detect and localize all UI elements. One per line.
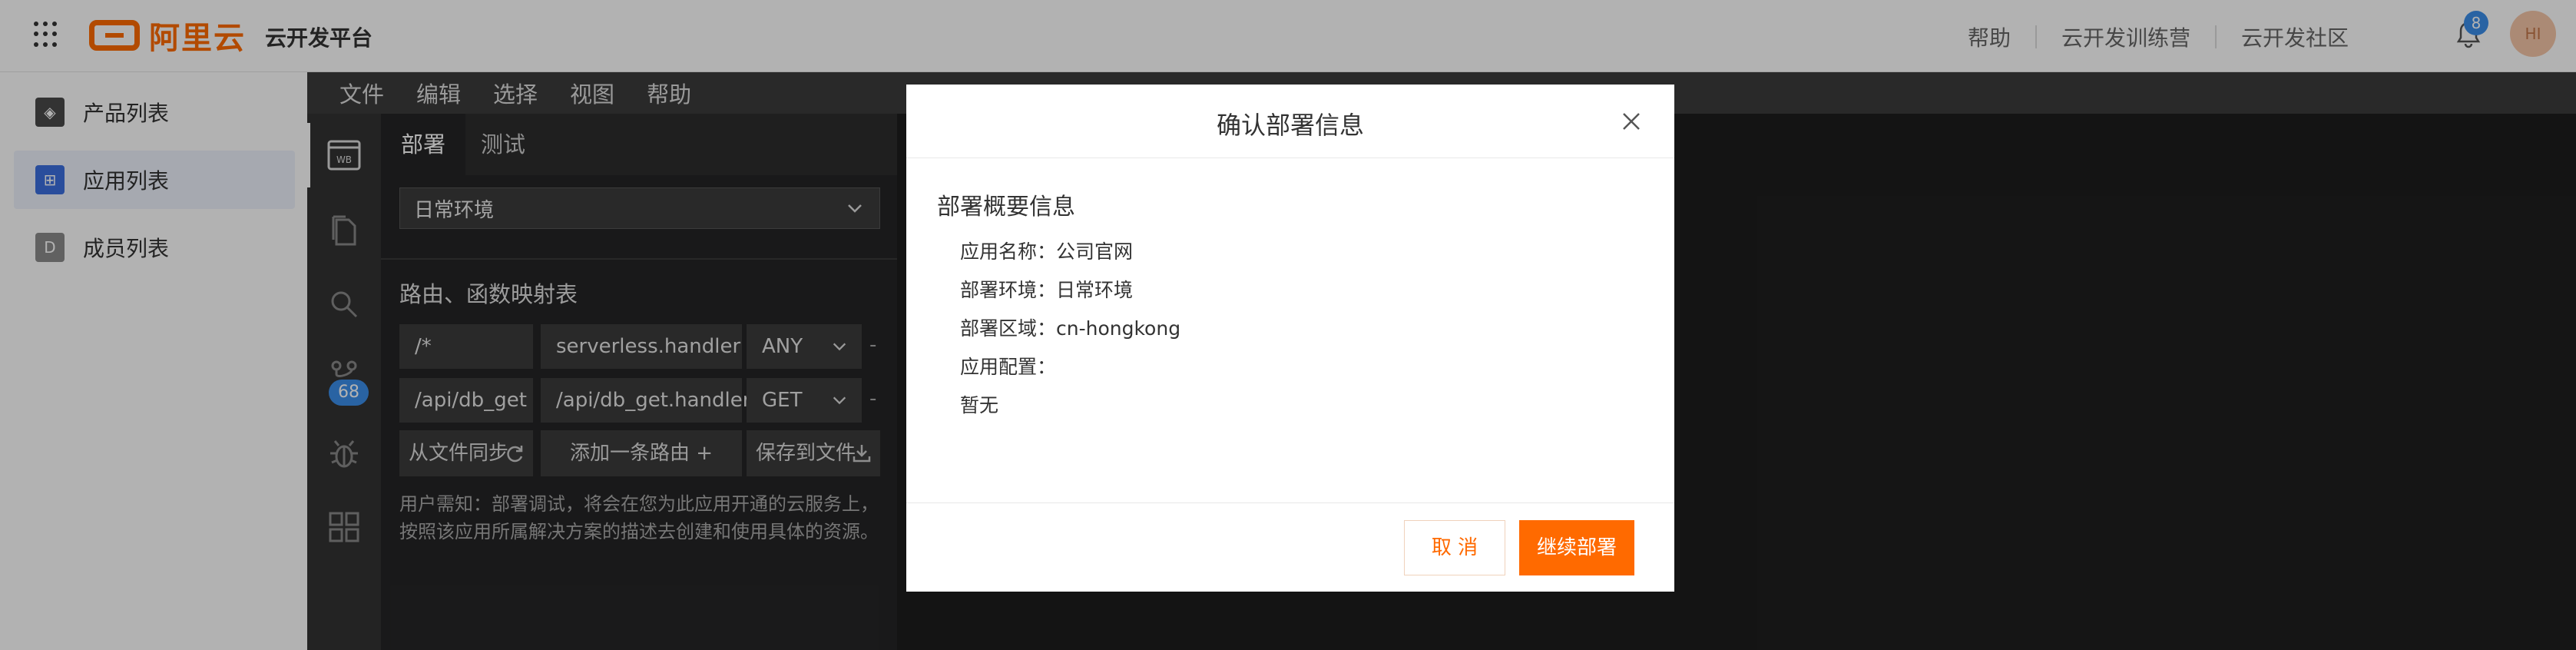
info-env: 部署环境：日常环境	[960, 279, 1134, 301]
cancel-button[interactable]: 取 消	[1404, 520, 1505, 575]
info-app-name: 应用名称：公司官网	[960, 240, 1134, 263]
close-icon[interactable]	[1619, 109, 1644, 134]
dialog-footer: 取 消 继续部署	[906, 502, 1674, 592]
confirm-deploy-dialog: 确认部署信息 部署概要信息 应用名称：公司官网 部署环境：日常环境 部署区域：c…	[906, 85, 1674, 592]
info-config-value: 暂无	[960, 394, 999, 416]
continue-deploy-button[interactable]: 继续部署	[1519, 520, 1634, 575]
info-region: 部署区域：cn-hongkong	[960, 317, 1181, 340]
dialog-title: 确认部署信息	[1216, 111, 1364, 140]
info-config-label: 应用配置：	[960, 356, 1057, 378]
dialog-subtitle: 部署概要信息	[937, 194, 1075, 221]
dialog-header: 确认部署信息	[906, 85, 1674, 158]
